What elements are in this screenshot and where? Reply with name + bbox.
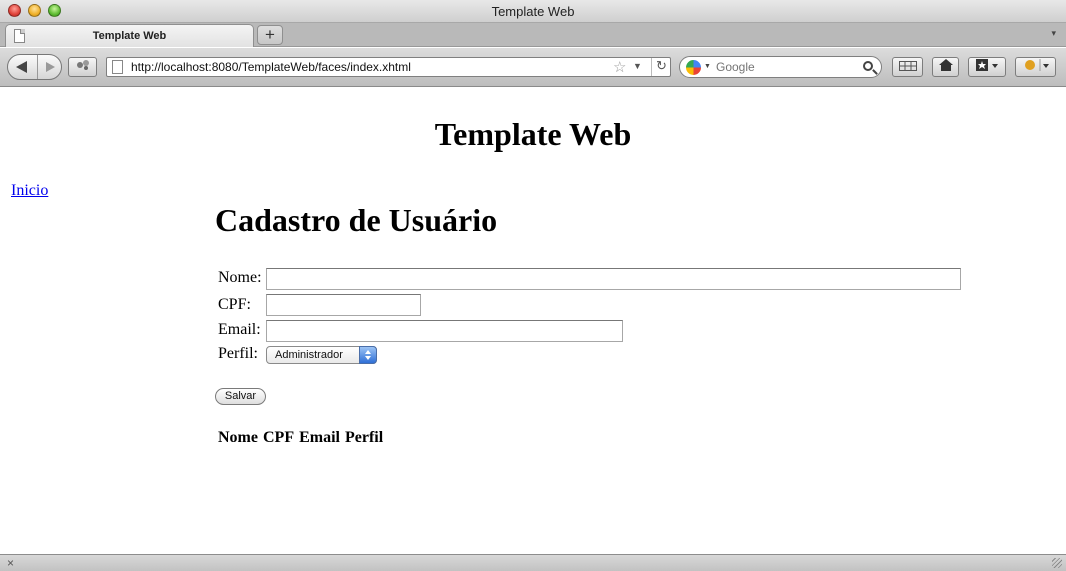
history-dropdown-icon[interactable]: ▼ [633,61,642,71]
email-label: Email: [218,321,261,338]
form-heading: Cadastro de Usuário [215,202,498,238]
forward-button[interactable] [39,55,61,79]
tab-list-chevron-icon[interactable]: ▾ [1051,28,1056,39]
inicio-link[interactable]: Inicio [11,182,48,200]
browser-window: Template Web Template Web + ▾ http://loc… [0,0,1066,571]
bookmarks-toolbar-button[interactable] [892,57,923,77]
column-header-nome: Nome [218,429,258,446]
search-engine-dropdown-icon[interactable]: ▼ [704,63,711,70]
perfil-select[interactable]: Administrador [266,346,377,364]
navigation-toolbar: http://localhost:8080/TemplateWeb/faces/… [0,48,1066,87]
title-bar: Template Web [0,0,1066,23]
home-button[interactable] [932,57,959,77]
window-title: Template Web [491,4,575,19]
identity-icon [76,60,89,70]
addon-menu-button[interactable] [1015,57,1056,77]
addon-icon [1024,59,1049,71]
select-arrows-icon [359,346,377,364]
search-bar[interactable]: ▼ [679,56,882,78]
new-tab-button[interactable]: + [257,25,283,45]
nome-label: Nome: [218,269,262,286]
search-input[interactable] [716,60,856,74]
perfil-label: Perfil: [218,345,258,362]
bookmark-menu-icon [976,59,998,71]
save-button[interactable]: Salvar [215,388,266,405]
perfil-selected-value: Administrador [275,349,343,361]
bookmarks-grid-icon [898,61,917,71]
table-header-row: Nome CPF Email Perfil [218,429,383,447]
tab-template-web[interactable]: Template Web [5,24,254,47]
email-field[interactable] [266,320,623,342]
column-header-perfil: Perfil [344,429,384,446]
resize-grip-icon[interactable] [1052,558,1062,568]
back-button[interactable] [8,55,38,79]
back-forward-group [7,54,62,80]
reload-icon[interactable]: ↻ [651,58,671,76]
nome-field[interactable] [266,268,961,290]
url-text[interactable]: http://localhost:8080/TemplateWeb/faces/… [131,60,411,74]
bookmarks-menu-button[interactable] [968,57,1006,77]
bookmark-star-icon[interactable]: ☆ [613,58,626,76]
tab-label: Template Web [92,30,167,42]
address-bar[interactable]: http://localhost:8080/TemplateWeb/faces/… [106,57,671,77]
cpf-field[interactable] [266,294,421,316]
page-title: Template Web [434,116,632,152]
column-header-email: Email [299,429,340,446]
cpf-label: CPF: [218,296,251,313]
site-identity-button[interactable] [68,57,97,77]
column-header-cpf: CPF [262,429,295,446]
google-icon[interactable] [686,60,701,75]
home-icon [938,59,953,71]
search-icon[interactable] [863,61,873,71]
page-icon [112,60,123,74]
status-bar: × [0,554,1066,571]
page-content: Template Web Inicio Cadastro de Usuário … [0,88,1066,554]
tab-bar: Template Web + ▾ [0,23,1066,47]
close-status-icon[interactable]: × [7,556,14,570]
